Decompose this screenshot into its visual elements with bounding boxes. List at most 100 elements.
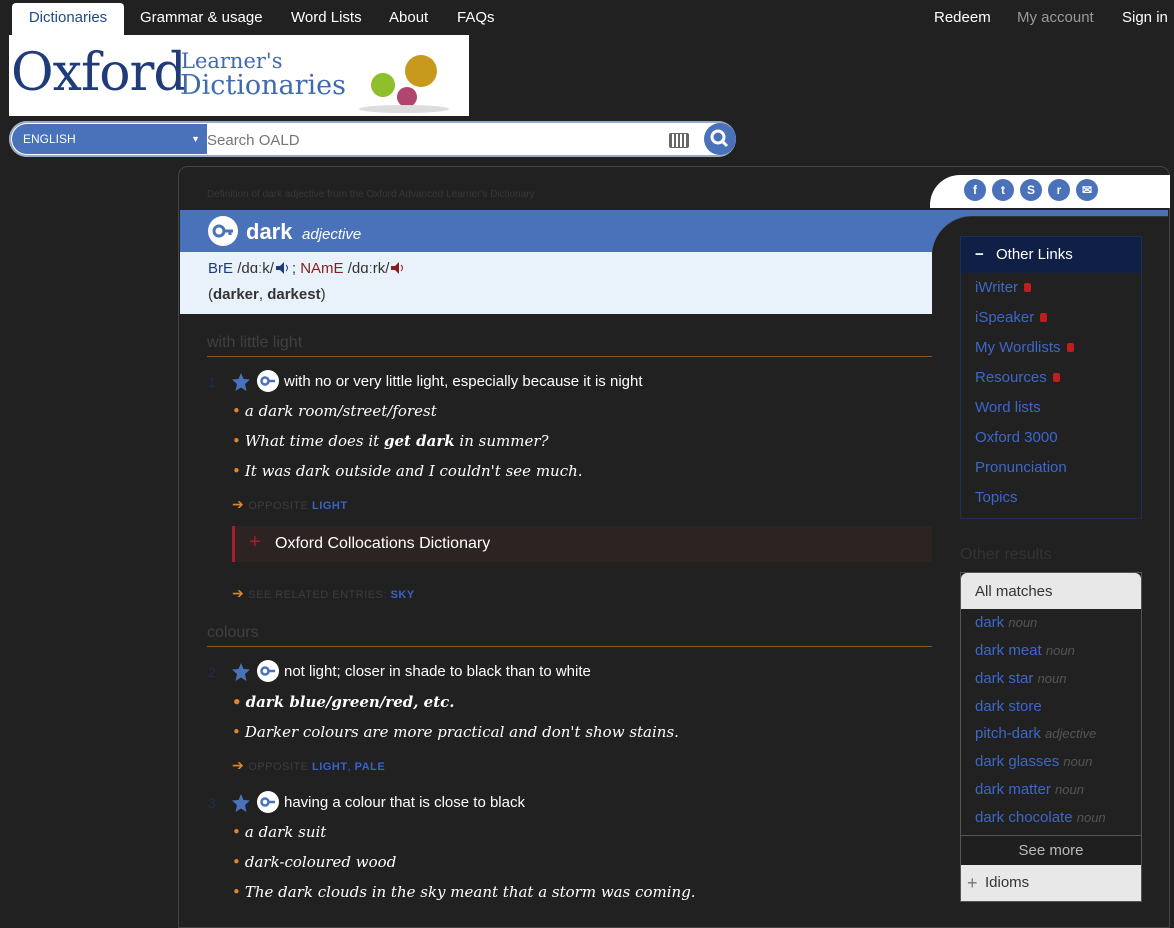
see-more-button[interactable]: See more	[961, 835, 1141, 866]
sense-group-heading: with little light	[207, 334, 303, 351]
other-results-box: All matches dark noun dark meat noun dar…	[960, 572, 1142, 902]
other-link-oxford-3000[interactable]: Oxford 3000	[975, 429, 1058, 446]
logo-oxford-text: Oxford	[11, 43, 187, 103]
pronunciation-bar: BrE /dɑːk/; NAmE /dɑːrk/ (darker, darkes…	[180, 252, 932, 314]
other-link-my-wordlists[interactable]: My Wordlists	[975, 339, 1074, 356]
chevron-down-icon: ▼	[191, 134, 200, 144]
part-of-speech: adjective	[302, 226, 362, 243]
other-links-header[interactable]: − Other Links	[961, 237, 1141, 273]
idioms-expander[interactable]: + Idioms	[961, 865, 1141, 901]
speaker-name-icon[interactable]	[391, 261, 405, 274]
other-link-ispeaker[interactable]: iSpeaker	[975, 309, 1048, 326]
form-darker: darker	[213, 286, 259, 303]
example-text: Darker colours are more practical and do…	[244, 723, 679, 741]
other-link-iwriter[interactable]: iWriter	[975, 279, 1032, 296]
result-word: pitch-dark	[975, 725, 1041, 742]
other-link-resources[interactable]: Resources	[975, 369, 1060, 386]
collocations-expander[interactable]: + Oxford Collocations Dictionary	[232, 526, 935, 562]
result-pos: noun	[1037, 671, 1067, 686]
result-item[interactable]: dark store	[975, 698, 1042, 715]
language-select[interactable]: ENGLISH ▼	[12, 124, 207, 154]
tab-faqs[interactable]: FAQs	[457, 3, 495, 35]
other-link-pronunciation[interactable]: Pronunciation	[975, 459, 1067, 476]
reddit-icon[interactable]: r	[1048, 179, 1070, 201]
xref-sep: ,	[347, 761, 355, 773]
all-matches-header[interactable]: All matches	[961, 573, 1141, 609]
bre-ipa: /dɑːk/	[237, 260, 274, 277]
example-text: dark-coloured wood	[244, 853, 397, 871]
tab-grammar-usage[interactable]: Grammar & usage	[140, 3, 263, 35]
result-item[interactable]: dark glasses noun	[975, 753, 1092, 770]
example-text: a dark suit	[244, 823, 327, 841]
facebook-icon[interactable]: f	[964, 179, 986, 201]
star-icon[interactable]	[231, 663, 251, 681]
sense-divider	[207, 646, 932, 647]
bre-label: BrE	[208, 260, 234, 277]
tab-word-lists[interactable]: Word Lists	[291, 3, 362, 35]
xref-link-sky[interactable]: SKY	[391, 589, 415, 601]
email-icon[interactable]: ✉	[1076, 179, 1098, 201]
example-text: What time does it	[244, 432, 384, 450]
sign-in-link[interactable]: Sign in	[1122, 3, 1168, 35]
lock-icon	[1040, 313, 1048, 322]
star-icon[interactable]	[231, 794, 251, 812]
link-label: My Wordlists	[975, 339, 1061, 356]
xref-label: OPPOSITE	[248, 761, 309, 773]
tab-about[interactable]: About	[389, 3, 428, 35]
example: • dark-coloured wood	[232, 853, 396, 871]
oxford3000-key-icon	[257, 660, 279, 682]
other-link-word-lists[interactable]: Word lists	[975, 399, 1041, 416]
other-link-topics[interactable]: Topics	[975, 489, 1018, 506]
result-item[interactable]: pitch-dark adjective	[975, 725, 1096, 742]
my-account-link[interactable]: My account	[1017, 3, 1094, 35]
xref-link-pale[interactable]: PALE	[355, 761, 386, 773]
stumbleupon-icon[interactable]: S	[1020, 179, 1042, 201]
result-word: dark star	[975, 670, 1034, 687]
result-word: dark	[975, 614, 1005, 631]
search-button[interactable]	[704, 123, 736, 155]
plus-icon: +	[967, 873, 978, 893]
forms-close: )	[320, 286, 326, 303]
example: • a dark room/street/forest	[232, 402, 437, 420]
result-item[interactable]: dark chocolate noun	[975, 809, 1106, 826]
oxford3000-key-icon	[257, 370, 279, 392]
result-item[interactable]: dark noun	[975, 614, 1037, 631]
collocations-title: Oxford Collocations Dictionary	[275, 535, 491, 552]
example: • a dark suit	[232, 823, 326, 841]
keyboard-icon[interactable]	[669, 133, 689, 148]
lock-icon	[1024, 283, 1032, 292]
xref-link-light[interactable]: LIGHT	[312, 500, 348, 512]
result-item[interactable]: dark meat noun	[975, 642, 1075, 659]
result-pos: noun	[1008, 615, 1038, 630]
example-text: a dark room/street/forest	[244, 402, 437, 420]
example: • What time does it get dark in summer?	[232, 432, 549, 450]
example: • dark blue/green/red, etc.	[232, 693, 455, 711]
result-pos: adjective	[1045, 726, 1097, 741]
search-icon	[710, 129, 729, 148]
oxford-logo[interactable]: Oxford Learner's Dictionaries	[9, 35, 469, 116]
twitter-icon[interactable]: t	[992, 179, 1014, 201]
sense-group-heading: colours	[207, 624, 259, 641]
arrow-right-icon: ➔	[232, 757, 245, 773]
name-label: NAmE	[300, 260, 344, 277]
sense-definition: not light; closer in shade to black than…	[284, 663, 591, 680]
star-icon[interactable]	[231, 373, 251, 391]
redeem-link[interactable]: Redeem	[934, 3, 991, 35]
share-bar: f t S r ✉	[930, 175, 1170, 208]
bullet-icon: •	[232, 853, 241, 871]
bullet-icon: •	[232, 693, 242, 711]
result-pos: noun	[1045, 643, 1075, 658]
xref-label: SEE RELATED ENTRIES:	[248, 589, 388, 601]
link-label: iSpeaker	[975, 309, 1035, 326]
result-item[interactable]: dark matter noun	[975, 781, 1084, 798]
example: • It was dark outside and I couldn't see …	[232, 462, 583, 480]
link-label: iWriter	[975, 279, 1019, 296]
search-input[interactable]	[205, 125, 669, 155]
oxford3000-key-icon	[257, 791, 279, 813]
opposite-xref: ➔ OPPOSITE LIGHT, PALE	[232, 757, 385, 774]
speaker-bre-icon[interactable]	[275, 261, 290, 274]
tab-dictionaries[interactable]: Dictionaries	[12, 3, 124, 36]
xref-link-light[interactable]: LIGHT	[312, 761, 348, 773]
result-item[interactable]: dark star noun	[975, 670, 1066, 687]
example-text: The dark clouds in the sky meant that a …	[244, 883, 696, 901]
